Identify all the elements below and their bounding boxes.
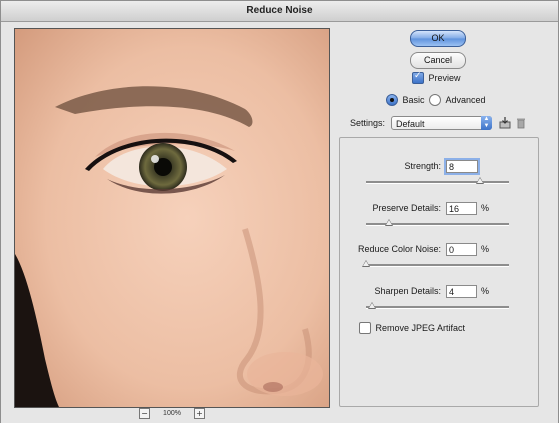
mode-basic-option[interactable]: Basic: [386, 94, 425, 106]
zoom-out-button[interactable]: −: [139, 408, 150, 419]
dropdown-arrows-icon: ▲ ▼: [481, 116, 492, 130]
preserve-details-slider-handle[interactable]: [384, 219, 393, 226]
reduce-color-noise-slider-handle[interactable]: [362, 260, 370, 267]
face-photo: [15, 29, 329, 407]
reduce-color-noise-label: Reduce Color Noise:: [357, 244, 441, 254]
settings-label: Settings:: [350, 118, 386, 128]
reduce-noise-dialog: Reduce Noise − 100% + OK Cancel ✓ Previe…: [0, 0, 559, 424]
remove-jpeg-artifact-label: Remove JPEG Artifact: [375, 323, 466, 333]
strength-slider[interactable]: [366, 177, 509, 184]
preserve-details-slider[interactable]: [366, 219, 509, 226]
window-title: Reduce Noise: [1, 1, 558, 22]
strength-input[interactable]: 8: [446, 160, 478, 173]
remove-jpeg-artifact-checkbox[interactable]: [359, 322, 371, 334]
settings-selected-value: Default: [396, 119, 425, 129]
basic-radio[interactable]: [386, 94, 398, 106]
sharpen-details-label: Sharpen Details:: [374, 286, 441, 296]
save-settings-icon[interactable]: [499, 117, 511, 129]
page-background: [0, 423, 559, 448]
reduce-color-noise-slider[interactable]: [362, 260, 509, 267]
preserve-details-unit: %: [481, 203, 490, 213]
preview-checkbox[interactable]: [412, 71, 424, 84]
reduce-color-noise-input[interactable]: 0: [446, 243, 477, 256]
strength-slider-handle[interactable]: [476, 177, 485, 184]
strength-label: Strength:: [404, 161, 441, 171]
zoom-in-button[interactable]: +: [194, 408, 205, 419]
sharpen-details-slider[interactable]: [366, 302, 509, 309]
preserve-details-label: Preserve Details:: [372, 203, 441, 213]
settings-panel: [339, 137, 539, 407]
sharpen-details-unit: %: [481, 286, 490, 296]
preview-label: Preview: [428, 73, 461, 83]
settings-dropdown[interactable]: Default ▲ ▼: [391, 116, 492, 130]
zoom-controls: − 100% +: [137, 407, 207, 419]
preserve-details-input[interactable]: 16: [446, 202, 477, 215]
zoom-level: 100%: [163, 410, 181, 417]
trash-icon[interactable]: [515, 117, 527, 129]
sharpen-details-slider-handle[interactable]: [367, 302, 376, 309]
mode-advanced-option[interactable]: Advanced: [429, 94, 486, 106]
advanced-label: Advanced: [445, 95, 486, 105]
remove-jpeg-artifact-option[interactable]: Remove JPEG Artifact: [359, 322, 465, 334]
ok-button[interactable]: OK: [410, 30, 466, 47]
preview-image[interactable]: [14, 28, 330, 408]
reduce-color-noise-unit: %: [481, 244, 490, 254]
basic-label: Basic: [402, 95, 425, 105]
advanced-radio[interactable]: [429, 94, 441, 106]
preview-toggle[interactable]: Preview: [412, 71, 461, 84]
cancel-button[interactable]: Cancel: [410, 52, 466, 69]
sharpen-details-input[interactable]: 4: [446, 285, 477, 298]
